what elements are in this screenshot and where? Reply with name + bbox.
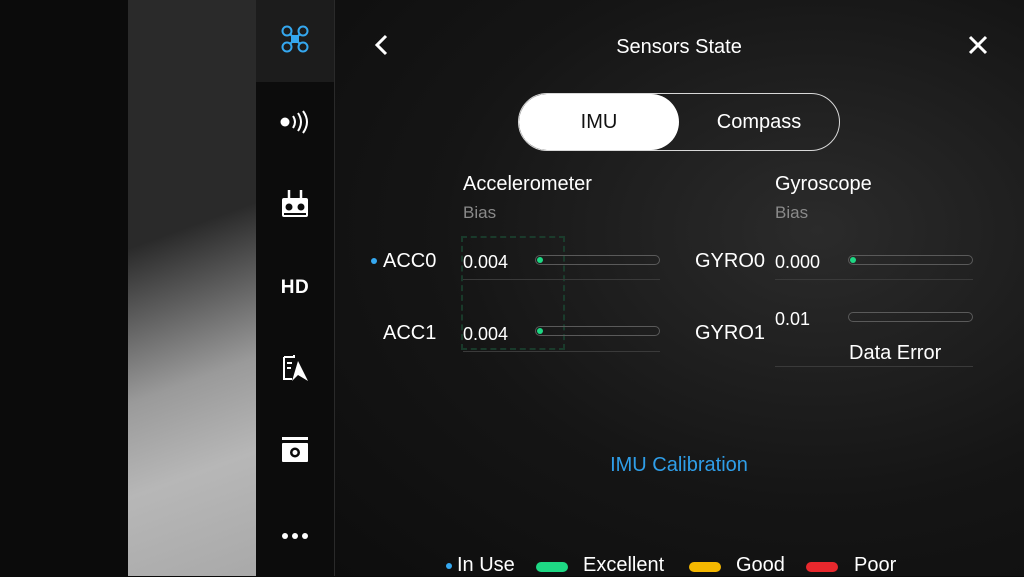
close-icon: [968, 35, 988, 60]
legend-excellent-label: Excellent: [583, 553, 665, 576]
sidebar-item-more[interactable]: [256, 516, 334, 556]
close-button[interactable]: [964, 32, 992, 62]
camera-preview: [128, 0, 256, 576]
divider: [463, 279, 660, 280]
acc0-bias-bar: [535, 255, 660, 265]
page-title: Sensors State: [616, 36, 742, 58]
sidebar-item-transmission[interactable]: [256, 104, 334, 144]
chevron-left-icon: [374, 34, 390, 61]
divider: [775, 366, 973, 367]
legend-poor-label: Poor: [854, 553, 897, 576]
sensors-panel: [335, 0, 1024, 576]
left-black-area: [0, 0, 128, 576]
gyroscope-heading: Gyroscope: [775, 173, 872, 195]
gyro1-label: GYRO1: [695, 322, 766, 344]
acc1-bias-fill: [537, 328, 543, 334]
accelerometer-bias-label: Bias: [463, 203, 497, 222]
sidebar-item-remote-controller[interactable]: [256, 186, 334, 226]
gyro0-bias-fill: [850, 257, 856, 263]
sensor-tabs: IMU Compass: [518, 93, 840, 151]
sidebar: HD: [256, 0, 335, 576]
map-navigation-icon: [280, 353, 310, 388]
gyro1-status: Data Error: [849, 342, 942, 364]
legend-good-label: Good: [736, 553, 785, 576]
remote-controller-icon: [280, 188, 310, 225]
imu-calibration-link[interactable]: IMU Calibration: [560, 454, 798, 477]
acc1-label: ACC1: [383, 322, 437, 344]
in-use-dot: [371, 258, 377, 264]
legend-poor-swatch: [806, 562, 838, 572]
accelerometer-heading: Accelerometer: [463, 173, 592, 195]
divider: [463, 351, 660, 352]
acc1-value: 0.004: [463, 324, 509, 344]
tab-compass[interactable]: Compass: [679, 94, 839, 150]
divider: [775, 279, 973, 280]
sidebar-item-navigation[interactable]: [256, 350, 334, 390]
acc1-bias-bar: [535, 326, 660, 336]
gyro1-value: 0.01: [775, 309, 811, 329]
acc0-value: 0.004: [463, 252, 509, 272]
drone-icon: [280, 24, 310, 59]
gyro0-label: GYRO0: [695, 250, 766, 272]
camera-icon: [280, 436, 310, 469]
signal-icon: [279, 109, 311, 139]
legend-excellent-swatch: [536, 562, 568, 572]
hd-icon: HD: [280, 277, 310, 298]
more-icon: [280, 527, 310, 545]
sidebar-item-aircraft[interactable]: [256, 21, 334, 61]
back-button[interactable]: [370, 32, 394, 62]
gyroscope-bias-label: Bias: [775, 203, 809, 222]
legend-in-use-label: In Use: [457, 553, 515, 576]
gyro0-value: 0.000: [775, 252, 821, 272]
legend-good-swatch: [689, 562, 721, 572]
gyro0-bias-bar: [848, 255, 973, 265]
legend-in-use-dot: [446, 563, 452, 569]
sidebar-item-camera[interactable]: [256, 432, 334, 472]
gyro1-bias-bar: [848, 312, 973, 322]
acc0-label: ACC0: [383, 250, 437, 272]
sidebar-item-hd[interactable]: HD: [256, 268, 334, 308]
acc0-bias-fill: [537, 257, 543, 263]
tab-imu[interactable]: IMU: [519, 94, 679, 150]
